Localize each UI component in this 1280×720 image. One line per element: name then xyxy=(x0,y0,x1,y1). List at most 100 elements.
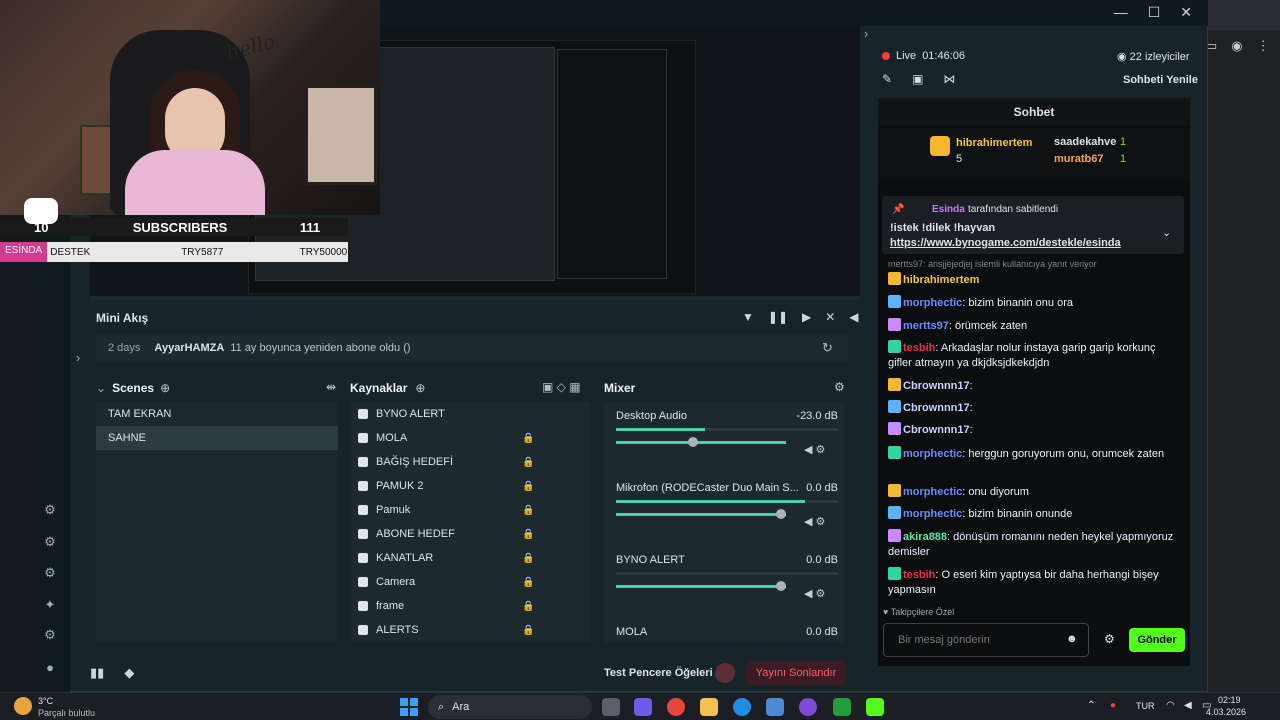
emoji-icon[interactable]: ☻ xyxy=(1066,633,1078,645)
network-icon[interactable]: ◠ xyxy=(1166,700,1175,711)
source-item[interactable]: BYNO ALERT xyxy=(350,402,590,426)
replay-icon[interactable]: ↻ xyxy=(822,340,833,356)
lock-icon[interactable]: 🔒 xyxy=(522,481,534,492)
mixer-settings-icon[interactable]: ⚙ xyxy=(834,380,845,394)
chat-username[interactable]: Cbrownnn17 xyxy=(903,380,970,392)
pinned-link[interactable]: https://www.bynogame.com/destekle/esinda xyxy=(890,237,1121,249)
expand-right-chevron-icon[interactable]: › xyxy=(858,26,874,42)
task-view-icon[interactable] xyxy=(602,698,620,716)
clock-time[interactable]: 02:19 xyxy=(1218,695,1241,705)
chat-username[interactable]: morphectic xyxy=(903,448,962,460)
mute-alerts-icon[interactable]: ✕ xyxy=(825,310,835,324)
studio-icon[interactable]: ⚙ xyxy=(42,502,58,518)
close-button[interactable]: ✕ xyxy=(1180,4,1192,21)
lock-icon[interactable]: 🔒 xyxy=(522,601,534,612)
store-icon[interactable] xyxy=(766,698,784,716)
refresh-chat-button[interactable]: Sohbeti Yenile xyxy=(1123,74,1198,86)
volume-slider[interactable] xyxy=(616,437,786,447)
minimize-button[interactable]: — xyxy=(1114,4,1128,21)
source-item[interactable]: ABONE HEDEF 🔒 xyxy=(350,522,590,546)
scene-item[interactable]: TAM EKRAN xyxy=(96,402,338,426)
source-item[interactable]: BAĞIŞ HEDEFİ 🔒 xyxy=(350,450,590,474)
profile-icon[interactable]: ◉ xyxy=(1231,38,1242,56)
highlighter-icon[interactable]: ✦ xyxy=(42,597,58,613)
channel-volume-settings-icon[interactable]: ◀ ⚙ xyxy=(804,443,825,456)
settings-icon[interactable]: ⚙ xyxy=(42,627,58,643)
resize-handle[interactable] xyxy=(90,296,860,300)
slider-knob[interactable] xyxy=(776,509,786,519)
chat-message[interactable]: Cbrownnn17: xyxy=(888,422,1178,438)
source-item[interactable]: Camera 🔒 xyxy=(350,570,590,594)
tray-chevron-icon[interactable]: ⌃ xyxy=(1087,700,1095,711)
chat-username[interactable]: mertts97 xyxy=(903,320,949,332)
explorer-icon[interactable] xyxy=(700,698,718,716)
edge-icon[interactable] xyxy=(733,698,751,716)
kick-studio-icon[interactable] xyxy=(866,698,884,716)
slider-knob[interactable] xyxy=(776,581,786,591)
edit-icon[interactable]: ✎ xyxy=(882,72,892,86)
chat-message[interactable]: hibrahimertem xyxy=(888,272,1178,288)
copilot-icon[interactable] xyxy=(634,698,652,716)
chat-settings-icon[interactable]: ⚙ xyxy=(1104,632,1115,646)
volume-slider[interactable] xyxy=(616,581,786,591)
expand-left-chevron-icon[interactable]: › xyxy=(70,350,86,366)
chat-message[interactable]: morphectic: herggun goruyorum onu, orumc… xyxy=(888,446,1178,462)
weather-icon[interactable] xyxy=(14,697,32,715)
profile-nav-icon[interactable]: ● xyxy=(42,660,58,676)
chat-message[interactable]: morphectic: bizim binanin onu ora xyxy=(888,295,1178,311)
lock-icon[interactable]: 🔒 xyxy=(522,457,534,468)
themes-icon[interactable]: ⚙ xyxy=(42,534,58,550)
source-item[interactable]: PAMUK 2 🔒 xyxy=(350,474,590,498)
chat-message[interactable]: mertts97: örümcek zaten xyxy=(888,318,1178,334)
chat-message[interactable]: morphectic: bizim binanin onunde xyxy=(888,506,1178,522)
chrome-icon[interactable] xyxy=(667,698,685,716)
lock-icon[interactable]: 🔒 xyxy=(522,433,534,444)
chat-username[interactable]: tesbih xyxy=(903,569,935,581)
rec-icon[interactable] xyxy=(715,663,735,683)
chat-username[interactable]: morphectic xyxy=(903,297,962,309)
dashboard-icon[interactable]: ▣ xyxy=(912,72,923,86)
volume-icon[interactable]: ◀ xyxy=(849,310,858,324)
pinned-message[interactable]: 📌 Esinda tarafından sabitlendi !istek !d… xyxy=(882,196,1184,254)
lock-icon[interactable]: 🔒 xyxy=(522,625,534,636)
filter-icon[interactable]: ▼ xyxy=(742,310,754,324)
browser-tabstrip[interactable] xyxy=(1200,0,1280,30)
scene-item-selected[interactable]: SAHNE xyxy=(96,426,338,450)
xbox-icon[interactable] xyxy=(833,698,851,716)
lock-icon[interactable]: 🔒 xyxy=(522,529,534,540)
weather-desc[interactable]: Parçalı bulutlu xyxy=(38,708,95,718)
chat-username[interactable]: tesbih xyxy=(903,342,935,354)
pause-icon[interactable]: ❚❚ xyxy=(768,310,788,324)
source-item[interactable]: KANATLAR 🔒 xyxy=(350,546,590,570)
chat-message[interactable]: Cbrownnn17: xyxy=(888,400,1178,416)
source-item[interactable]: MOLA 🔒 xyxy=(350,426,590,450)
apps-icon[interactable]: ⚙ xyxy=(42,565,58,581)
lock-icon[interactable]: 🔒 xyxy=(522,577,534,588)
channel-volume-settings-icon[interactable]: ◀ ⚙ xyxy=(804,515,825,528)
source-item[interactable]: frame 🔒 xyxy=(350,594,590,618)
clock-date[interactable]: 4.03.2026 xyxy=(1206,707,1246,717)
chat-message[interactable]: akira888: dönüşüm romanını neden heykel … xyxy=(888,529,1178,560)
chat-username[interactable]: Cbrownnn17 xyxy=(903,402,970,414)
source-item[interactable]: Pamuk 🔒 xyxy=(350,498,590,522)
source-options-icons[interactable]: ▣ ◇ ▦ xyxy=(542,380,581,394)
send-button[interactable]: Gönder xyxy=(1129,628,1185,652)
menu-icon[interactable]: ⋮ xyxy=(1257,38,1270,56)
chat-message[interactable]: Cbrownnn17: xyxy=(888,378,1178,394)
chat-username[interactable]: morphectic xyxy=(903,508,962,520)
test-widgets-link[interactable]: Test Pencere Öğeleri xyxy=(604,667,713,679)
chat-message[interactable]: tesbih: O eseri kim yaptıysa bir daha he… xyxy=(888,567,1178,598)
end-stream-button[interactable]: Yayını Sonlandır xyxy=(746,661,846,685)
windows-start-icon[interactable] xyxy=(400,698,418,716)
channel-volume-settings-icon[interactable]: ◀ ⚙ xyxy=(804,587,825,600)
chat-input[interactable] xyxy=(883,623,1089,657)
share-icon[interactable]: ⋈ xyxy=(943,72,955,86)
chat-username[interactable]: morphectic xyxy=(903,486,962,498)
volume-slider[interactable] xyxy=(616,509,786,519)
expand-pinned-chevron-icon[interactable]: ⌄ xyxy=(1162,226,1171,239)
chat-username[interactable]: akira888 xyxy=(903,531,947,543)
chat-message[interactable]: morphectic: onu diyorum xyxy=(888,484,1178,500)
slider-knob[interactable] xyxy=(688,437,698,447)
collapse-chevron-icon[interactable]: ⌄ xyxy=(96,381,106,395)
stats-icon[interactable]: ▮▮ xyxy=(90,665,104,681)
